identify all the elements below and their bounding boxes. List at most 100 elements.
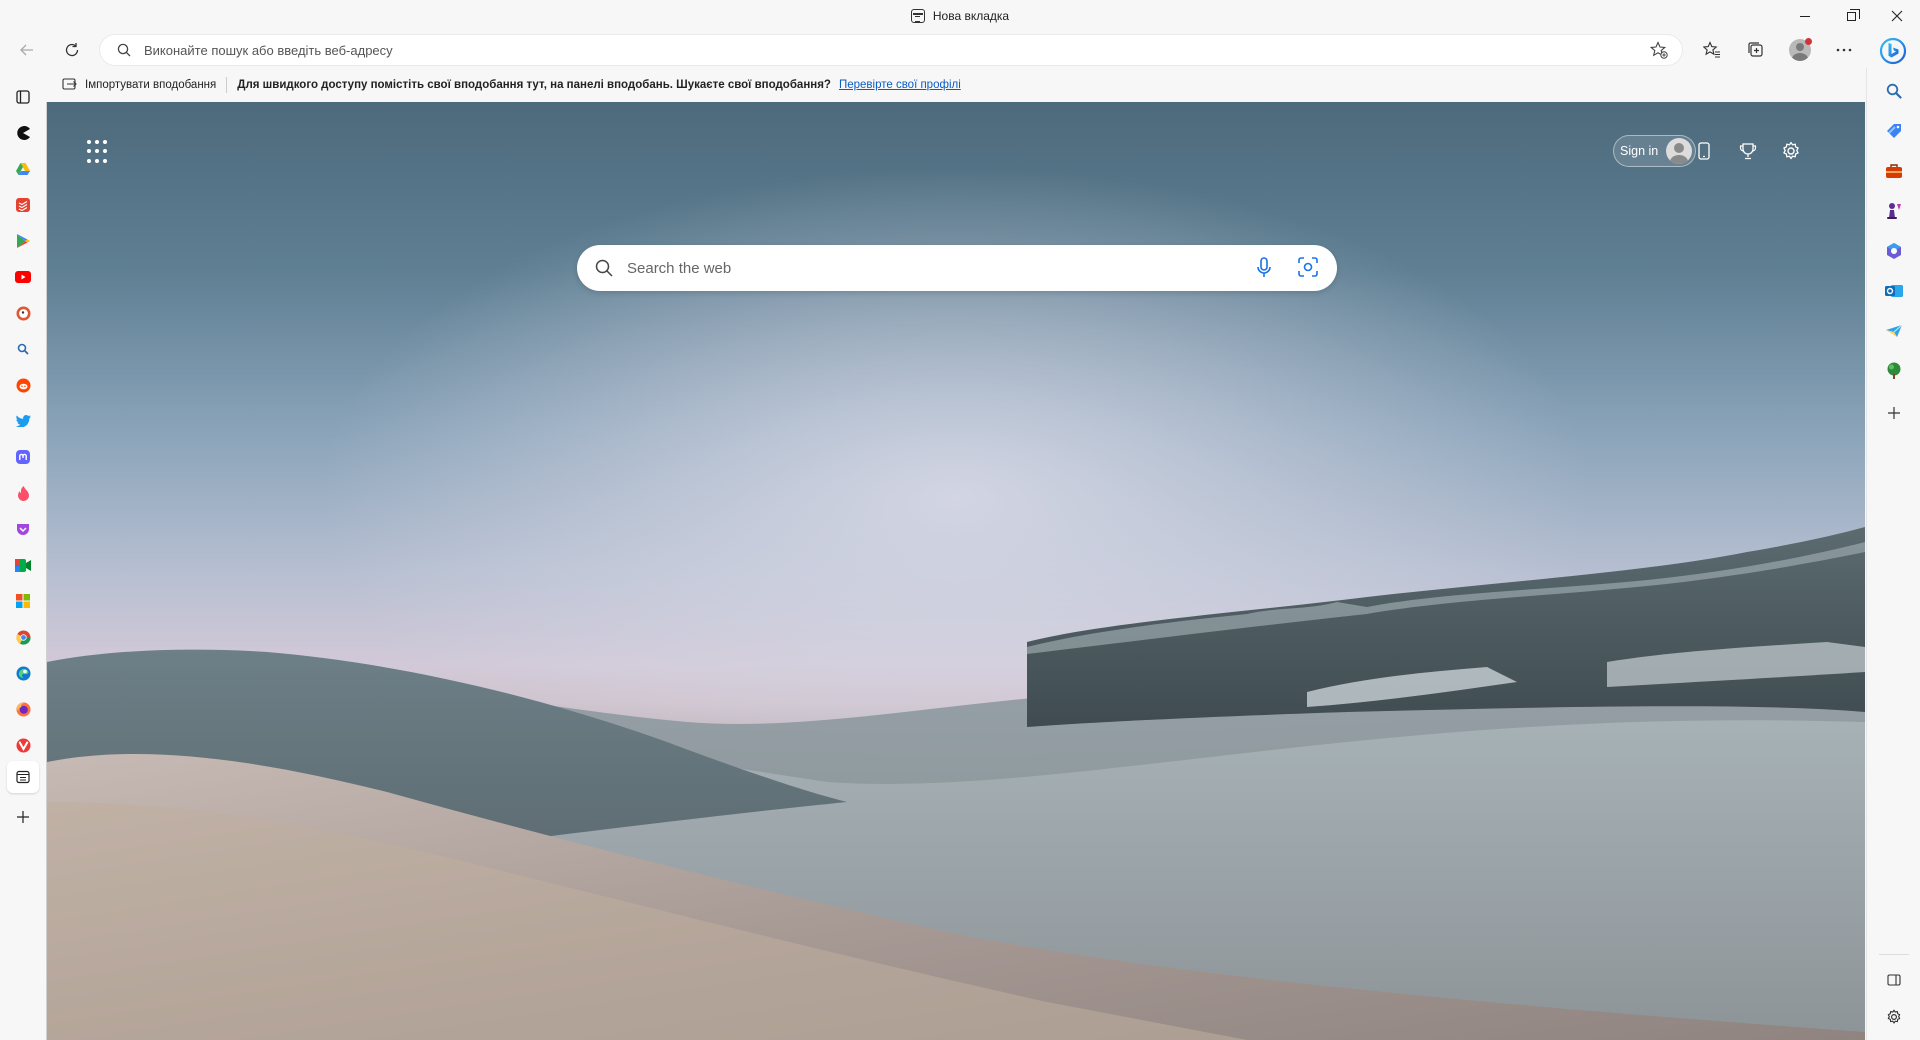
pacman-icon bbox=[17, 126, 30, 140]
minimize-icon bbox=[1800, 15, 1810, 17]
app-launcher-button[interactable] bbox=[87, 140, 111, 164]
favorites-button[interactable] bbox=[1690, 32, 1734, 68]
window-title-label: Нова вкладка bbox=[932, 9, 1010, 23]
tab-pocket[interactable] bbox=[11, 517, 35, 541]
window-controls bbox=[1782, 0, 1920, 32]
search-icon bbox=[117, 43, 131, 57]
background-landscape bbox=[47, 102, 1865, 1040]
profile-button[interactable] bbox=[1778, 32, 1822, 68]
twitter-icon bbox=[15, 415, 31, 427]
web-search-input[interactable] bbox=[627, 259, 1227, 277]
tab-reddit[interactable] bbox=[11, 373, 35, 397]
edge-sidebar bbox=[1866, 68, 1920, 1040]
sidebar-settings-button[interactable] bbox=[1882, 1005, 1906, 1029]
microsoft-365-icon bbox=[1887, 243, 1901, 259]
address-bar[interactable] bbox=[100, 35, 1682, 65]
sidebar-toggle-icon bbox=[1887, 974, 1901, 986]
sidebar-tree[interactable] bbox=[1882, 359, 1906, 383]
voice-search-button[interactable] bbox=[1253, 256, 1275, 285]
tinder-icon bbox=[17, 485, 29, 501]
collections-button[interactable] bbox=[1734, 32, 1778, 68]
sidebar-tools[interactable] bbox=[1882, 159, 1906, 183]
tab-actions-button[interactable] bbox=[11, 85, 35, 109]
search-icon bbox=[17, 343, 29, 355]
gear-icon bbox=[1887, 1009, 1901, 1024]
window-title: Нова вкладка bbox=[910, 9, 1010, 23]
pocket-icon bbox=[17, 523, 29, 535]
youtube-icon bbox=[15, 271, 31, 283]
tab-new-tab[interactable] bbox=[11, 765, 35, 789]
tab-todoist[interactable] bbox=[11, 193, 35, 217]
sidebar-shopping[interactable] bbox=[1882, 119, 1906, 143]
notification-dot bbox=[1805, 38, 1812, 45]
sidebar-add-button[interactable] bbox=[1882, 401, 1906, 425]
close-button[interactable] bbox=[1874, 0, 1920, 32]
tab-google-play[interactable] bbox=[11, 229, 35, 253]
tab-youtube[interactable] bbox=[11, 265, 35, 289]
tab-duckduckgo[interactable] bbox=[11, 301, 35, 325]
check-profiles-link[interactable]: Перевірте свої профілі bbox=[839, 79, 961, 91]
sign-in-avatar bbox=[1666, 138, 1693, 164]
title-bar: Нова вкладка bbox=[0, 0, 1920, 32]
tab-chrome[interactable] bbox=[11, 625, 35, 649]
import-favorites-label: Імпортувати вподобання bbox=[85, 79, 217, 91]
import-favorites-button[interactable]: Імпортувати вподобання bbox=[46, 78, 224, 92]
web-search-box[interactable] bbox=[577, 245, 1337, 291]
bing-icon bbox=[1879, 37, 1907, 65]
favorites-bar: Імпортувати вподобання Для швидкого дост… bbox=[46, 68, 1866, 102]
visual-search-button[interactable] bbox=[1297, 256, 1319, 283]
tab-microsoft[interactable] bbox=[11, 589, 35, 613]
tab-tinder[interactable] bbox=[11, 481, 35, 505]
tab-google-drive[interactable] bbox=[11, 157, 35, 181]
rewards-button[interactable] bbox=[1735, 138, 1761, 164]
hide-sidebar-button[interactable] bbox=[1882, 968, 1906, 992]
app-launcher-dot bbox=[103, 149, 107, 154]
tab-search[interactable] bbox=[11, 337, 35, 361]
chrome-icon bbox=[16, 630, 31, 645]
add-icon bbox=[1888, 407, 1900, 419]
app-launcher-dot bbox=[103, 140, 107, 144]
tab-firefox[interactable] bbox=[11, 697, 35, 721]
app-launcher-dot bbox=[87, 158, 91, 163]
sidebar-outlook[interactable] bbox=[1882, 279, 1906, 303]
settings-more-button[interactable] bbox=[1822, 32, 1866, 68]
tab-edge[interactable] bbox=[11, 661, 35, 685]
add-tab-button[interactable] bbox=[11, 805, 35, 829]
app-launcher-dot bbox=[95, 149, 99, 154]
bing-copilot-button[interactable] bbox=[1876, 34, 1910, 68]
app-launcher-dot bbox=[95, 140, 99, 144]
phone-icon bbox=[1698, 142, 1710, 160]
sidebar-games[interactable] bbox=[1882, 199, 1906, 223]
page-settings-button[interactable] bbox=[1778, 138, 1804, 164]
vertical-tabs-sidebar bbox=[0, 68, 46, 1040]
new-tab-page: Sign in bbox=[47, 102, 1865, 1040]
microphone-icon bbox=[1257, 257, 1271, 277]
google-drive-icon bbox=[16, 163, 30, 175]
outlook-icon bbox=[1885, 285, 1903, 297]
add-tab-icon bbox=[17, 811, 29, 823]
sidebar-microsoft-365[interactable] bbox=[1882, 239, 1906, 263]
tab-mastodon[interactable] bbox=[11, 445, 35, 469]
microsoft-icon bbox=[16, 594, 30, 608]
tab-actions-icon bbox=[16, 90, 30, 104]
firefox-icon bbox=[16, 702, 30, 716]
address-input[interactable] bbox=[144, 42, 1524, 58]
restore-button[interactable] bbox=[1828, 0, 1874, 32]
favorites-message: Для швидкого доступу помістіть свої впод… bbox=[237, 79, 831, 91]
tab-vivaldi[interactable] bbox=[11, 733, 35, 757]
refresh-button[interactable] bbox=[54, 32, 90, 68]
phone-button[interactable] bbox=[1691, 138, 1717, 164]
sidebar-send[interactable] bbox=[1882, 319, 1906, 343]
back-button[interactable] bbox=[9, 32, 45, 68]
rewards-trophy-icon bbox=[1739, 143, 1757, 160]
sign-in-button[interactable]: Sign in bbox=[1613, 135, 1697, 167]
tab-pacman[interactable] bbox=[11, 121, 35, 145]
search-icon bbox=[1886, 83, 1902, 99]
minimize-button[interactable] bbox=[1782, 0, 1828, 32]
gear-icon bbox=[1783, 141, 1799, 160]
favorites-star-icon bbox=[1703, 41, 1720, 58]
add-favorite-icon[interactable] bbox=[1650, 41, 1668, 59]
tab-google-meet[interactable] bbox=[11, 553, 35, 577]
sidebar-search[interactable] bbox=[1882, 79, 1906, 103]
tab-twitter[interactable] bbox=[11, 409, 35, 433]
